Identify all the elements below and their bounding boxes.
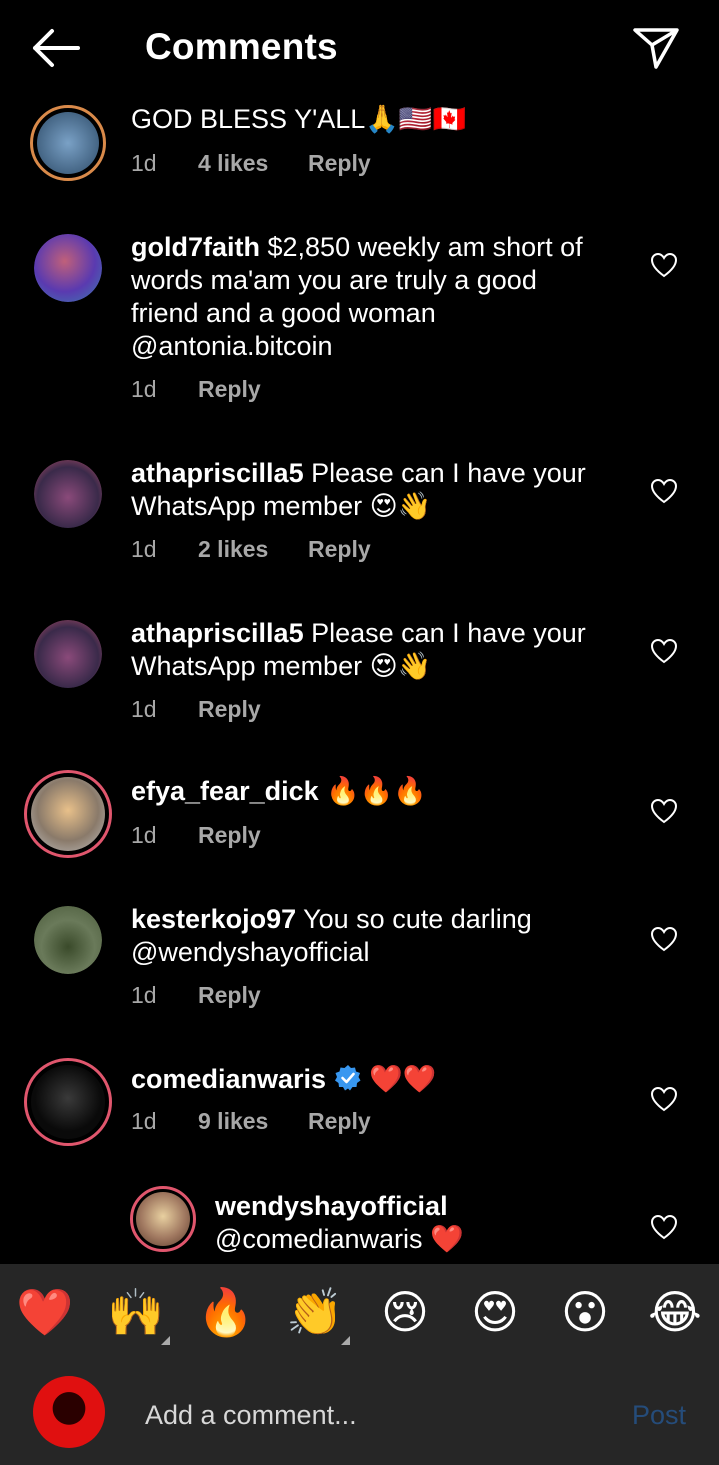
comment-time: 1d <box>131 696 157 722</box>
reaction-fire[interactable]: 🔥 <box>196 1282 256 1342</box>
reply-button[interactable]: Reply <box>198 822 261 849</box>
username[interactable]: athapriscilla5 <box>131 458 304 488</box>
reply-text: wendyshayofficial @comedianwaris ❤️ <box>215 1191 464 1255</box>
current-user-avatar <box>33 1376 105 1448</box>
skin-tone-indicator <box>341 1336 350 1345</box>
comment-time: 1d <box>131 822 157 848</box>
comment-item: comedianwaris ❤️❤️ 1d 9 likes Reply <box>0 1058 719 1168</box>
reply-button[interactable]: Reply <box>308 536 371 563</box>
avatar[interactable] <box>34 620 102 688</box>
avatar[interactable] <box>34 234 102 302</box>
arrow-left-icon <box>33 29 80 67</box>
avatar[interactable] <box>130 1186 196 1252</box>
reply-button[interactable]: Reply <box>308 150 371 177</box>
header: Comments <box>0 0 719 96</box>
reaction-surprised[interactable]: 😮 <box>555 1282 615 1342</box>
avatar[interactable] <box>24 1058 112 1146</box>
comment-text: comedianwaris ❤️❤️ <box>131 1064 437 1095</box>
comment-item: kesterkojo97 You so cute darling @wendys… <box>0 898 719 1018</box>
comment-meta: 1d 4 likes Reply <box>131 150 371 177</box>
comment-text: GOD BLESS Y'ALL🙏🇺🇸🇨🇦 <box>131 104 467 135</box>
heart-icon[interactable] <box>650 1214 678 1240</box>
post-button[interactable]: Post <box>632 1400 686 1431</box>
reaction-raised-hands[interactable]: 🙌 <box>106 1282 166 1342</box>
comment-time: 1d <box>131 376 157 402</box>
skin-tone-indicator <box>161 1336 170 1345</box>
username[interactable]: efya_fear_dick <box>131 776 319 806</box>
likes-count[interactable]: 9 likes <box>198 1108 308 1135</box>
reply-button[interactable]: Reply <box>198 696 261 723</box>
share-button[interactable] <box>632 26 680 70</box>
username[interactable]: comedianwaris <box>131 1064 326 1094</box>
comment-time: 1d <box>131 536 157 562</box>
comment-text: athapriscilla5 Please can I have your Wh… <box>131 458 586 522</box>
likes-count[interactable]: 4 likes <box>198 150 308 177</box>
comment-meta: 1d Reply <box>131 822 261 849</box>
heart-icon[interactable] <box>650 638 678 664</box>
comment-text: efya_fear_dick 🔥🔥🔥 <box>131 776 428 807</box>
username[interactable]: kesterkojo97 <box>131 904 296 934</box>
username[interactable]: athapriscilla5 <box>131 618 304 648</box>
comment-item: athapriscilla5 Please can I have your Wh… <box>0 612 719 742</box>
comment-item: efya_fear_dick 🔥🔥🔥 1d Reply <box>0 770 719 890</box>
avatar[interactable] <box>30 105 106 181</box>
likes-count[interactable]: 2 likes <box>198 536 308 563</box>
heart-icon[interactable] <box>650 1086 678 1112</box>
reaction-heart[interactable]: ❤️ <box>15 1282 75 1342</box>
heart-icon[interactable] <box>650 478 678 504</box>
comments-screen: Comments GOD BLESS Y'ALL🙏🇺🇸🇨🇦 1d 4 likes… <box>0 0 719 1465</box>
comment-meta: 1d Reply <box>131 982 261 1009</box>
comment-item: GOD BLESS Y'ALL🙏🇺🇸🇨🇦 1d 4 likes Reply <box>0 96 719 200</box>
comment-time: 1d <box>131 982 157 1008</box>
username[interactable]: wendyshayofficial <box>215 1191 448 1221</box>
reply-item: wendyshayofficial @comedianwaris ❤️ <box>0 1186 719 1264</box>
comment-text: gold7faith $2,850 weekly am short of wor… <box>131 232 583 361</box>
comment-text: kesterkojo97 You so cute darling @wendys… <box>131 904 532 967</box>
comment-meta: 1d Reply <box>131 376 261 403</box>
reply-button[interactable]: Reply <box>308 1108 371 1135</box>
avatar[interactable] <box>24 770 112 858</box>
send-icon <box>633 28 679 69</box>
comment-input[interactable] <box>145 1397 605 1433</box>
comment-meta: 1d 2 likes Reply <box>131 536 371 563</box>
verified-badge-icon <box>334 1065 361 1091</box>
heart-icon[interactable] <box>650 926 678 952</box>
reaction-heart-eyes[interactable]: 😍 <box>465 1282 525 1342</box>
reply-button[interactable]: Reply <box>198 982 261 1009</box>
comment-text: athapriscilla5 Please can I have your Wh… <box>131 618 586 682</box>
reaction-crying[interactable]: 😢 <box>375 1282 435 1342</box>
comment-meta: 1d Reply <box>131 696 261 723</box>
back-button[interactable] <box>30 28 82 68</box>
comment-item: athapriscilla5 Please can I have your Wh… <box>0 452 719 582</box>
avatar[interactable] <box>34 906 102 974</box>
comment-meta: 1d 9 likes Reply <box>131 1108 371 1135</box>
heart-icon[interactable] <box>650 252 678 278</box>
page-title: Comments <box>145 26 338 67</box>
comment-time: 1d <box>131 150 157 176</box>
comment-item: gold7faith $2,850 weekly am short of wor… <box>0 226 719 406</box>
reaction-laughing[interactable]: 😂 <box>645 1282 705 1342</box>
heart-icon[interactable] <box>650 798 678 824</box>
comment-composer: Post <box>0 1360 719 1465</box>
reply-button[interactable]: Reply <box>198 376 261 403</box>
quick-reaction-bar: ❤️ 🙌 🔥 👏 😢 😍 😮 😂 <box>0 1264 719 1360</box>
username[interactable]: gold7faith <box>131 232 260 262</box>
avatar[interactable] <box>34 460 102 528</box>
comment-list[interactable]: GOD BLESS Y'ALL🙏🇺🇸🇨🇦 1d 4 likes Reply go… <box>0 96 719 1264</box>
reaction-clap[interactable]: 👏 <box>285 1282 345 1342</box>
comment-time: 1d <box>131 1108 157 1134</box>
